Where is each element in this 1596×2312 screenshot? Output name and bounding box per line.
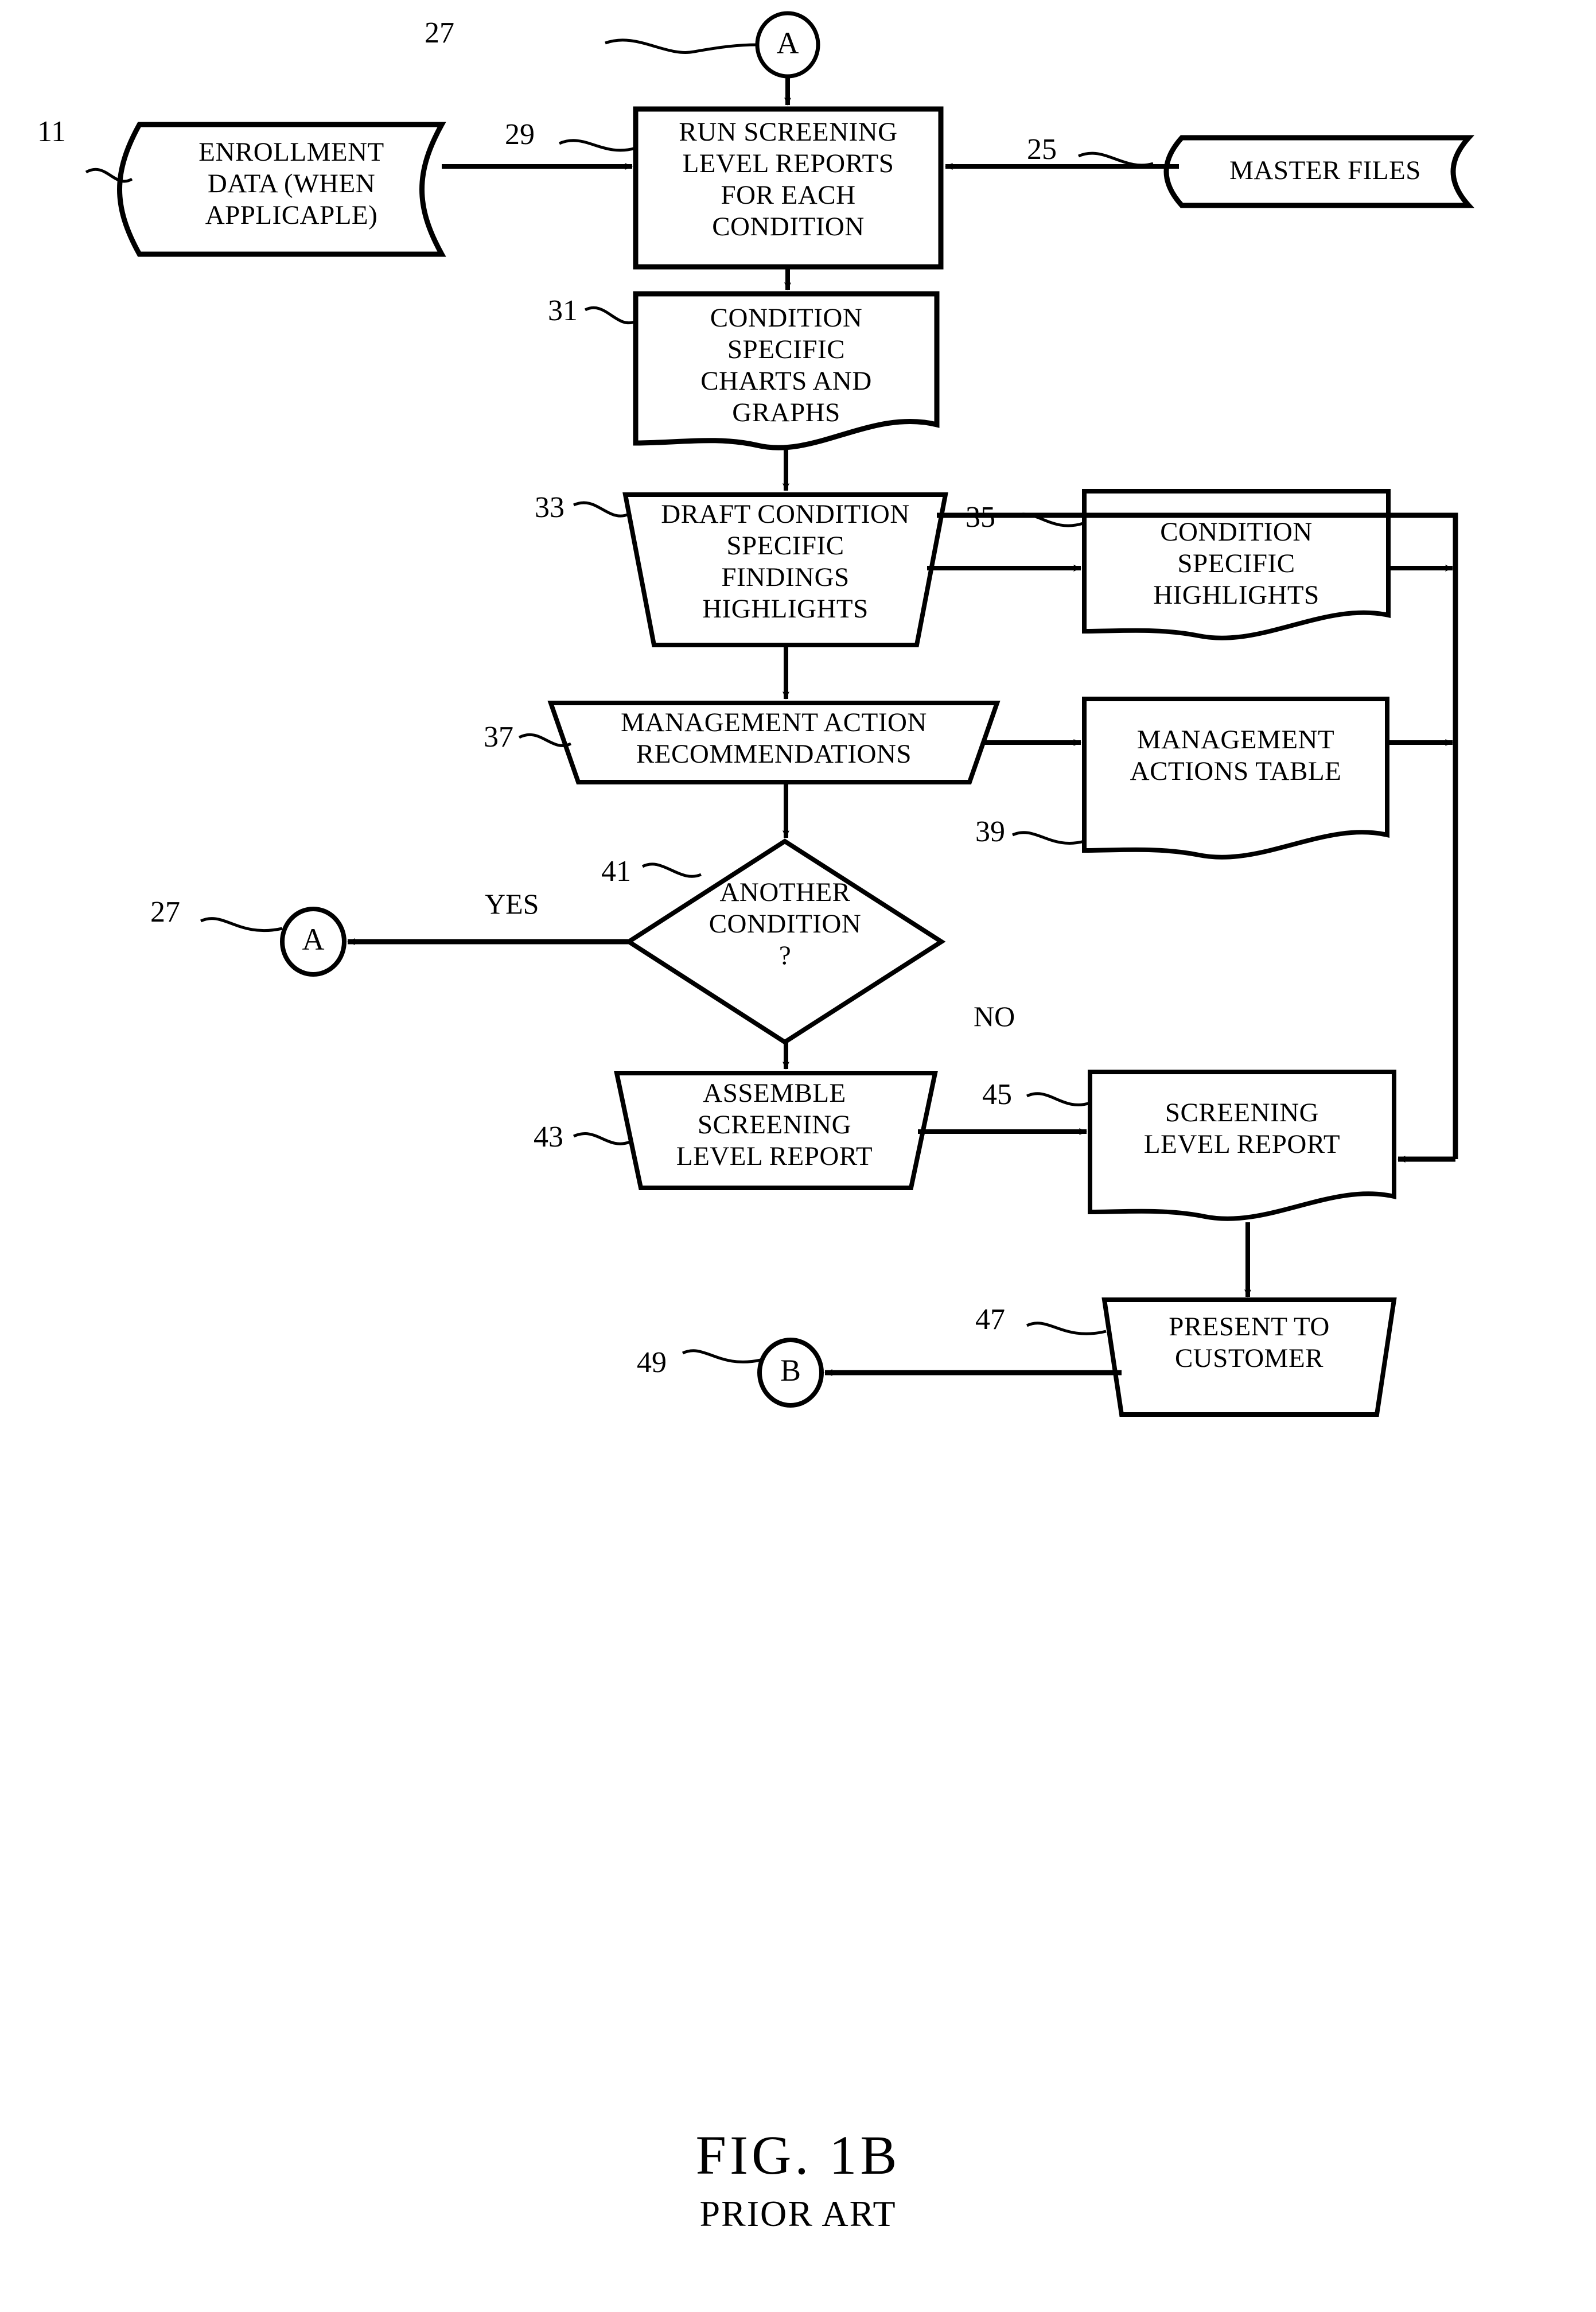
leader-line-43	[573, 1132, 630, 1145]
ref-number-35: 35	[966, 501, 995, 534]
leader-line-25	[1077, 151, 1154, 167]
leader-line-31	[584, 306, 637, 324]
shape-draft-condition-findings	[622, 492, 948, 647]
shape-screening-level-report	[1088, 1070, 1396, 1221]
leader-line-45	[1026, 1092, 1091, 1106]
ref-number-33: 33	[535, 491, 565, 524]
ref-number-39: 39	[975, 815, 1005, 848]
leader-line-29	[558, 139, 636, 152]
ref-number-29: 29	[505, 118, 535, 151]
leader-line-47	[1026, 1322, 1107, 1335]
leader-line-33	[573, 501, 630, 518]
connector-label-b: B	[780, 1353, 801, 1388]
connector-label-a-left: A	[302, 922, 325, 957]
shape-assemble-screening-report	[614, 1071, 938, 1190]
leader-line-49	[682, 1349, 761, 1363]
ref-number-31: 31	[548, 294, 578, 327]
ref-number-41: 41	[601, 855, 631, 888]
shape-enrollment-data	[117, 122, 446, 257]
ref-number-47: 47	[975, 1303, 1005, 1336]
leader-line-41	[641, 862, 702, 878]
patent-figure-page: A A B ENROLLMENT DATA (WHEN APPLICAPLE) …	[0, 0, 1596, 2312]
figure-subtitle: PRIOR ART	[699, 2193, 897, 2234]
shape-run-screening-reports	[633, 106, 944, 270]
edge-label-no: NO	[974, 1000, 1015, 1032]
shape-condition-charts-graphs	[633, 291, 940, 450]
ref-number-27-left: 27	[150, 896, 180, 928]
shape-present-to-customer	[1101, 1297, 1397, 1417]
ref-number-11: 11	[37, 115, 67, 148]
shape-management-action-recommendations	[547, 701, 1001, 784]
ref-number-43: 43	[534, 1121, 563, 1153]
connector-label-a-top: A	[776, 26, 799, 60]
ref-number-37: 37	[484, 721, 513, 753]
flowchart-canvas	[85, 11, 1475, 1417]
figure-title: FIG. 1B	[695, 2124, 901, 2186]
leader-line-27-top	[605, 38, 758, 54]
shape-master-files	[1163, 135, 1475, 208]
ref-number-45: 45	[982, 1078, 1012, 1111]
leader-line-39	[1011, 831, 1085, 845]
ref-number-27-top: 27	[425, 17, 454, 49]
edge-label-yes: YES	[485, 888, 539, 920]
leader-line-27-left	[200, 917, 283, 932]
ref-number-49: 49	[637, 1346, 667, 1379]
ref-number-25: 25	[1027, 133, 1057, 166]
shape-management-actions-table	[1082, 697, 1389, 860]
figure-caption: FIG. 1B PRIOR ART	[0, 2123, 1596, 2235]
